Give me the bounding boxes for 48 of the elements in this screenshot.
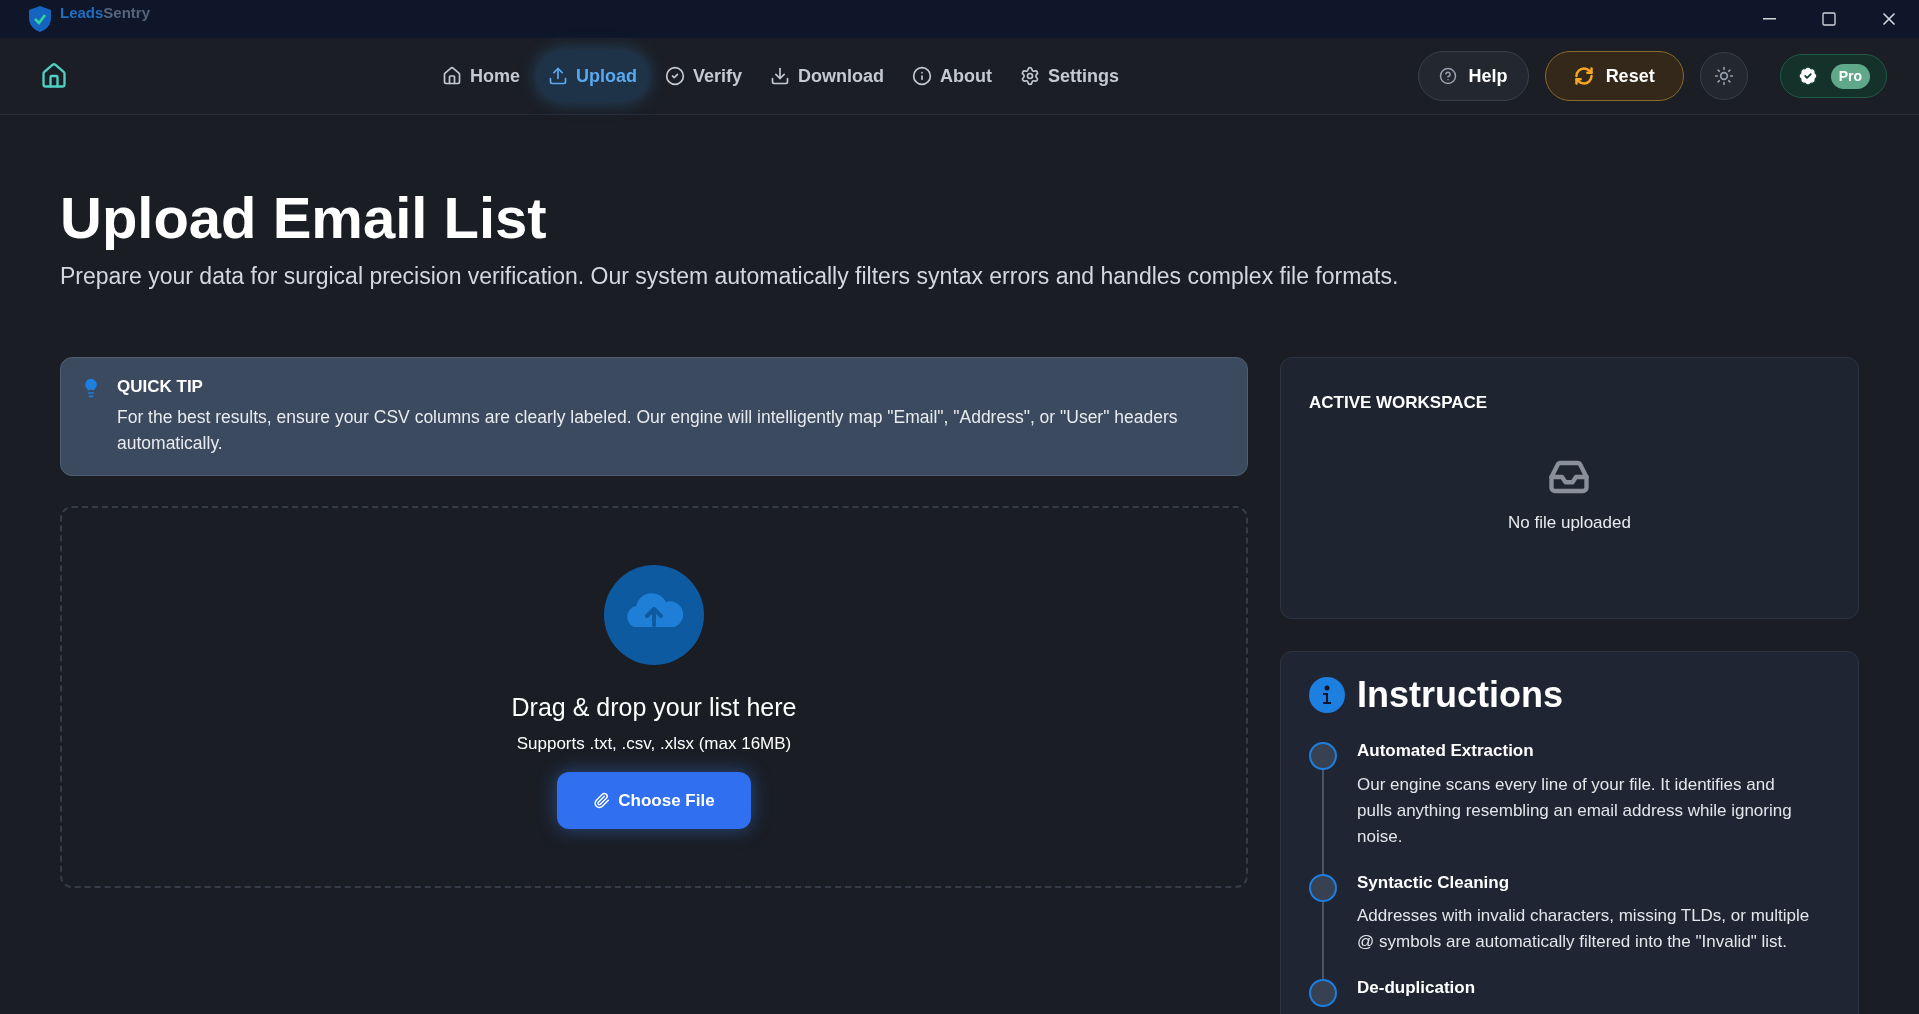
step-text: Addresses with invalid characters, missing TLDs, or multiple @ symbols are automatically filtered into the "Invalid" list. <box>1357 905 1811 953</box>
nav-tab[interactable]: Home <box>430 50 532 102</box>
theme-toggle-button[interactable] <box>1699 52 1748 100</box>
app-title-suffix: Sentry <box>103 2 151 23</box>
cloud-upload-icon <box>604 565 704 665</box>
step-marker-icon <box>1309 979 1337 1007</box>
dropzone-heading: Drag & drop your list here <box>511 692 797 723</box>
maximize-icon <box>1821 11 1837 27</box>
nav-tab[interactable]: Download <box>758 50 897 102</box>
tip-heading: QUICK TIP <box>117 376 204 398</box>
sun-icon <box>1713 66 1734 86</box>
download-icon <box>770 66 791 86</box>
step-title: Syntactic Cleaning <box>1357 871 1511 894</box>
home-icon <box>442 66 462 86</box>
home-icon <box>40 62 68 90</box>
upload-icon <box>548 66 568 86</box>
file-dropzone[interactable]: Drag & drop your list here Supports .txt, .csv, .xlsx (max 16MB) Choose File <box>60 506 1248 888</box>
settings-icon <box>1020 66 1041 86</box>
empty-state-text: No file uploaded <box>1508 511 1631 534</box>
step-title: De-duplication <box>1357 977 1476 999</box>
nav-tab[interactable]: Verify <box>653 50 755 102</box>
minimize-icon <box>1762 18 1776 20</box>
refresh-icon <box>1573 66 1594 86</box>
check-circle-icon <box>665 66 685 86</box>
verified-badge-icon <box>1796 65 1819 87</box>
step-marker-icon <box>1309 873 1337 902</box>
paperclip-icon <box>593 792 611 809</box>
page-title: Upload Email List <box>60 184 548 252</box>
step-marker-icon <box>1309 742 1337 770</box>
shield-logo-icon <box>28 5 52 33</box>
tip-text: For the best results, ensure your CSV columns are clearly labeled. Our engine will intelligently map "Email", "Address", or "User" headers automatically. <box>117 405 1179 455</box>
choose-file-button[interactable]: Choose File <box>557 772 751 829</box>
step-title: Automated Extraction <box>1357 740 1535 762</box>
nav-tab[interactable]: Settings <box>1008 50 1132 102</box>
app-title: Leads <box>60 2 104 23</box>
help-icon <box>1438 67 1457 85</box>
step-text: Our engine scans every line of your file. It identifies and pulls anything resembling an email address while ignoring noise. <box>1357 773 1793 848</box>
pro-badge: Pro <box>1830 63 1870 89</box>
nav-tab[interactable]: About <box>900 50 1005 102</box>
help-button[interactable]: Help <box>1417 51 1529 101</box>
reset-button[interactable]: Reset <box>1544 51 1684 101</box>
nav-tab[interactable]: Upload <box>536 50 649 102</box>
info-icon <box>1309 677 1345 713</box>
info-icon <box>912 66 933 86</box>
workspace-heading: ACTIVE WORKSPACE <box>1309 392 1489 414</box>
dropzone-hint: Supports .txt, .csv, .xlsx (max 16MB) <box>516 732 792 755</box>
instructions-title: Instructions <box>1357 673 1563 717</box>
page-subtitle: Prepare your data for surgical precision verification. Our system automatically filters syntax errors and handles complex file formats. <box>60 261 1400 291</box>
